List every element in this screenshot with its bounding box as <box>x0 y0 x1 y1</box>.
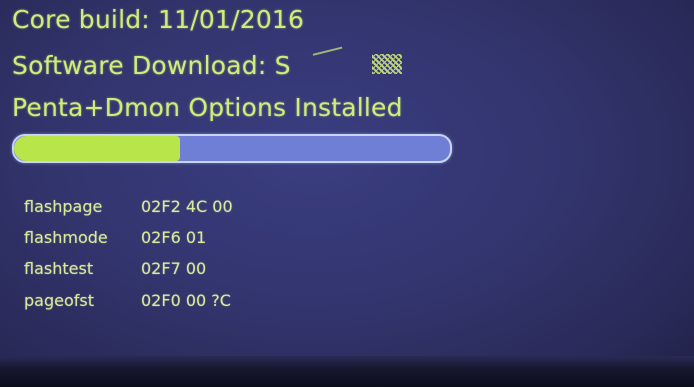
register-value: 02F7 00 <box>141 259 207 278</box>
screen-bezel <box>0 356 694 387</box>
software-download-text: Software Download: S <box>12 51 291 80</box>
register-name: flashtest <box>24 259 94 278</box>
glitch-artifact <box>312 46 346 68</box>
register-name: flashmode <box>24 228 108 247</box>
register-value: 02F2 4C 00 <box>141 197 233 216</box>
boot-screen: Core build: 11/01/2016 Software Download… <box>0 0 694 387</box>
register-value: 02F6 01 <box>141 228 207 247</box>
options-installed-text: Penta+Dmon Options Installed <box>12 93 403 122</box>
register-name: pageofst <box>24 291 94 310</box>
download-progress-fill <box>14 136 180 161</box>
core-build-text: Core build: 11/01/2016 <box>12 5 305 34</box>
register-name: flashpage <box>24 197 103 216</box>
download-progress-bar <box>12 134 452 163</box>
glitch-artifact-icon <box>372 54 402 74</box>
register-value: 02F0 00 ?C <box>141 291 231 310</box>
